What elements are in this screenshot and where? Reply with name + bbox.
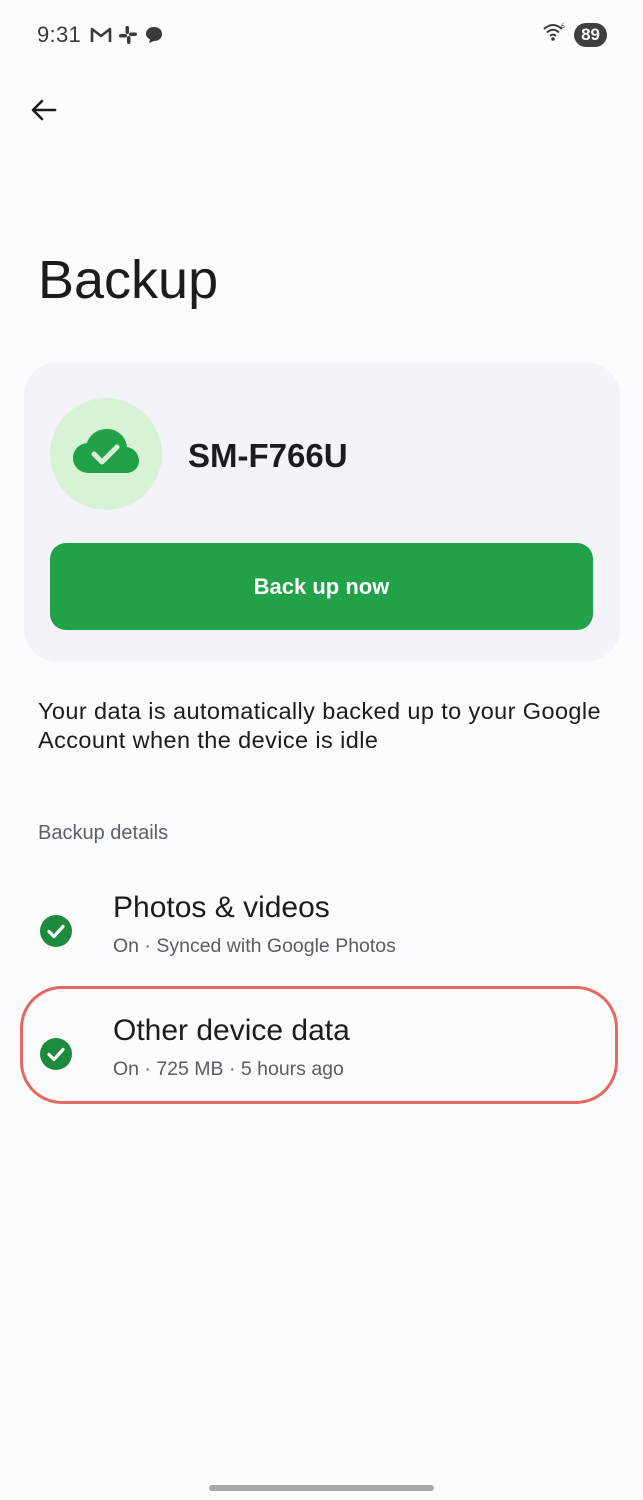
battery-indicator: 89 [574,22,607,47]
svg-text:6: 6 [561,23,565,30]
status-time: 9:31 [37,22,82,47]
chat-icon [144,25,164,50]
back-up-now-button[interactable]: Back up now [50,543,593,630]
device-icon-container [50,398,162,510]
arrow-back-icon [29,95,59,130]
backup-details-header: Backup details [38,822,169,844]
gmail-icon [90,26,112,49]
backup-item-subtitle: On · Synced with Google Photos [113,935,396,957]
status-bar: 9:31 6 89 [0,0,643,70]
backup-item-subtitle: On · 725 MB · 5 hours ago [113,1058,344,1080]
backup-item-title: Photos & videos [113,891,330,924]
backup-item-title: Other device data [113,1014,350,1047]
backup-description: Your data is automatically backed up to … [38,698,601,753]
back-button[interactable] [24,92,64,132]
backup-item-other-device-data[interactable]: Other device data On · 725 MB · 5 hours … [0,1013,643,1113]
home-indicator[interactable] [209,1485,434,1491]
notification-icons [90,25,164,50]
slack-icon [118,25,138,50]
device-name: SM-F766U [188,437,348,474]
check-circle-icon [40,1038,72,1070]
cloud-check-icon [71,427,141,482]
system-icons: 6 89 [542,22,607,47]
page-title: Backup [38,250,219,310]
check-circle-icon [40,915,72,947]
backup-item-photos-videos[interactable]: Photos & videos On · Synced with Google … [0,890,643,990]
wifi-icon: 6 [542,22,566,47]
device-card: SM-F766U Back up now [24,362,620,662]
